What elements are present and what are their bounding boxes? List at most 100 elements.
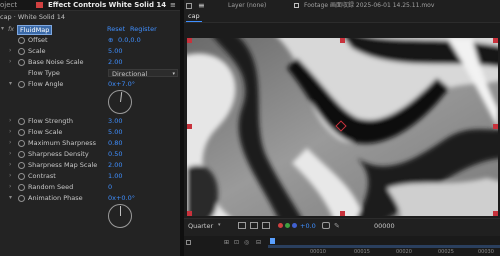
tab-project[interactable]: oject [0,0,17,10]
region-of-interest-icon[interactable] [238,222,246,229]
frame-blending-icon[interactable]: ⊡ [234,239,239,246]
color-channel-blue-icon[interactable] [292,223,297,228]
dial-needle [120,92,123,103]
transform-handle[interactable] [493,211,498,216]
property-value[interactable]: 0x+0.0° [108,193,135,203]
property-row-contrast: › Contrast 1.00 [0,171,180,181]
effect-name[interactable]: FluidMap [17,25,53,35]
property-row-maximum-sharpness: › Maximum Sharpness 0.80 [0,138,180,148]
toggle-switches-icon[interactable] [186,240,191,245]
twirl-right-icon[interactable]: › [9,116,11,126]
reset-button[interactable]: Reset [107,24,125,34]
camera-snapshot-icon[interactable] [322,222,330,229]
color-channel-green-icon[interactable] [285,223,290,228]
stopwatch-icon[interactable] [18,161,25,169]
property-value[interactable]: 2.00 [108,160,122,170]
twirl-right-icon[interactable]: › [9,182,11,192]
lock-icon[interactable] [186,3,192,9]
mask-visibility-icon[interactable] [262,222,270,229]
panel-menu-icon[interactable]: ≡ [198,1,205,10]
transform-handle[interactable] [340,211,345,216]
twirl-down-icon[interactable]: ▾ [9,193,12,203]
graph-editor-icon[interactable]: ⊟ [256,239,261,246]
viewer-toolbar: Quarter ▾ +0.0 ✎ 00000 [184,218,500,237]
stopwatch-icon[interactable] [18,128,25,136]
property-value[interactable]: 1.00 [108,171,122,181]
property-label: Scale [28,47,46,55]
transparency-grid-icon[interactable] [250,222,258,229]
zoom-dropdown[interactable]: Quarter [188,222,213,230]
panel-menu-icon[interactable]: ≡ [170,0,176,10]
work-area-bar[interactable] [268,245,500,248]
color-channel-red-icon[interactable] [278,223,283,228]
fx-toggle[interactable]: fx [8,24,14,34]
timeline-tools-icon[interactable]: ⊞ [224,239,229,246]
transform-handle[interactable] [187,124,192,129]
register-button[interactable]: Register [130,24,157,34]
property-label: Base Noise Scale [28,58,84,66]
motion-blur-icon[interactable]: ◎ [244,239,249,246]
crosshair-icon[interactable]: ⊕ [108,35,113,45]
property-label: Flow Angle [28,80,64,88]
flow-angle-dial[interactable] [108,90,132,114]
stopwatch-icon[interactable] [18,183,25,191]
property-value[interactable]: 5.00 [108,127,122,137]
twirl-right-icon[interactable]: › [9,57,11,67]
transform-handle[interactable] [493,38,498,43]
property-value[interactable]: 3.00 [108,116,122,126]
property-label: Flow Scale [28,128,63,136]
property-label: Offset [28,36,48,44]
transform-handle[interactable] [187,38,192,43]
playhead[interactable] [270,238,275,244]
tab-composition[interactable]: cap [186,11,202,22]
stopwatch-icon[interactable] [18,117,25,125]
twirl-right-icon[interactable]: › [9,127,11,137]
transform-handle[interactable] [493,124,498,129]
current-time-display[interactable]: 00000 [374,222,395,230]
property-label: Flow Type [28,69,60,77]
twirl-right-icon[interactable]: › [9,171,11,181]
stopwatch-icon[interactable] [18,36,25,44]
property-value[interactable]: 2.00 [108,57,122,67]
property-value[interactable]: 0 [108,182,112,192]
stopwatch-icon[interactable] [18,80,25,88]
property-value[interactable]: 0.80 [108,138,122,148]
show-snapshot-icon[interactable]: ✎ [334,222,340,230]
stopwatch-icon[interactable] [18,172,25,180]
property-value[interactable]: 5.00 [108,46,122,56]
property-value[interactable]: 0.50 [108,149,122,159]
stopwatch-icon[interactable] [18,194,25,202]
stopwatch-icon[interactable] [18,47,25,55]
animation-phase-dial[interactable] [108,204,132,228]
property-row-scale: › Scale 5.00 [0,46,180,56]
ruler-label: 00010 [310,249,326,255]
stopwatch-icon[interactable] [18,139,25,147]
twirl-down-icon[interactable]: ▾ [9,79,12,89]
twirl-right-icon[interactable]: › [9,160,11,170]
flow-type-dropdown[interactable]: Directional ▾ [108,69,178,78]
twirl-right-icon[interactable]: › [9,46,11,56]
stopwatch-icon[interactable] [18,58,25,66]
property-value[interactable]: 0.0,0.0 [118,35,141,45]
composition-canvas[interactable] [187,38,498,216]
property-row-flow-strength: › Flow Strength 3.00 [0,116,180,126]
twirl-right-icon[interactable]: › [9,149,11,159]
footage-lock-icon[interactable] [294,3,299,8]
ruler-label: 00025 [438,249,454,255]
property-row-base-noise-scale: › Base Noise Scale 2.00 [0,57,180,67]
twirl-down-icon[interactable]: ▾ [1,24,4,34]
dial-needle [120,206,121,216]
twirl-right-icon[interactable]: › [9,138,11,148]
property-value[interactable]: 0x+7.0° [108,79,135,89]
property-row-animation-phase: ▾ Animation Phase 0x+0.0° [0,193,180,203]
close-icon[interactable] [36,2,43,8]
exposure-value[interactable]: +0.0 [300,222,316,230]
stopwatch-icon[interactable] [18,150,25,158]
property-row-flow-scale: › Flow Scale 5.00 [0,127,180,137]
chevron-down-icon: ▾ [218,222,221,228]
transform-handle[interactable] [187,211,192,216]
tab-footage[interactable]: Footage 画面収録 2025-06-01 14.25.11.mov [304,1,434,11]
tab-layer[interactable]: Layer (none) [228,1,266,11]
transform-handle[interactable] [340,38,345,43]
tab-effect-controls[interactable]: Effect Controls White Solid 14 [48,0,166,10]
